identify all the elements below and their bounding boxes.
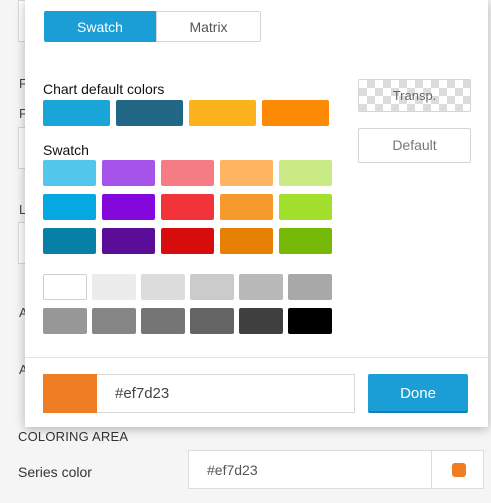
tab-swatch[interactable]: Swatch [44, 11, 156, 42]
coloring-area-heading: COLORING AREA [18, 429, 129, 444]
current-color-preview [43, 374, 97, 413]
default-color-swatch[interactable] [189, 100, 256, 126]
swatch-color[interactable] [102, 160, 155, 186]
gray-swatch[interactable] [288, 308, 332, 334]
swatch-color[interactable] [43, 228, 96, 254]
series-color-swatch-button[interactable] [432, 450, 484, 489]
gray-swatch[interactable] [141, 274, 185, 300]
swatch-title: Swatch [43, 142, 89, 158]
transparent-button[interactable]: Transp. [358, 79, 471, 112]
swatch-color[interactable] [279, 228, 332, 254]
divider [25, 357, 488, 358]
gray-swatch[interactable] [141, 308, 185, 334]
swatch-color[interactable] [220, 228, 273, 254]
gray-swatch[interactable] [190, 274, 234, 300]
gray-swatch[interactable] [43, 308, 87, 334]
swatch-color[interactable] [102, 228, 155, 254]
swatch-color[interactable] [279, 194, 332, 220]
default-color-swatch[interactable] [43, 100, 110, 126]
swatch-color[interactable] [220, 194, 273, 220]
series-color-label: Series color [18, 464, 92, 480]
default-button[interactable]: Default [358, 128, 471, 163]
swatch-color[interactable] [279, 160, 332, 186]
swatch-color[interactable] [161, 160, 214, 186]
swatch-color[interactable] [102, 194, 155, 220]
gray-swatch[interactable] [92, 274, 136, 300]
gray-swatch[interactable] [190, 308, 234, 334]
default-color-swatch[interactable] [116, 100, 183, 126]
swatch-color[interactable] [220, 160, 273, 186]
done-button[interactable]: Done [368, 374, 468, 413]
gray-swatch[interactable] [92, 308, 136, 334]
gray-swatch[interactable] [288, 274, 332, 300]
swatch-color[interactable] [43, 160, 96, 186]
default-color-swatch[interactable] [262, 100, 329, 126]
tab-matrix[interactable]: Matrix [156, 11, 261, 42]
series-color-value: #ef7d23 [207, 462, 258, 478]
color-picker-popover: Swatch Matrix Chart default colors Swatc… [25, 0, 488, 427]
chart-default-colors-title: Chart default colors [43, 81, 165, 97]
swatch-color[interactable] [161, 228, 214, 254]
gray-swatch[interactable] [43, 274, 87, 300]
series-color-swatch [452, 463, 466, 477]
series-color-field[interactable]: #ef7d23 [188, 450, 432, 489]
gray-swatch[interactable] [239, 308, 283, 334]
swatch-color[interactable] [43, 194, 96, 220]
hex-color-input[interactable] [97, 374, 355, 413]
gray-swatch[interactable] [239, 274, 283, 300]
swatch-color[interactable] [161, 194, 214, 220]
